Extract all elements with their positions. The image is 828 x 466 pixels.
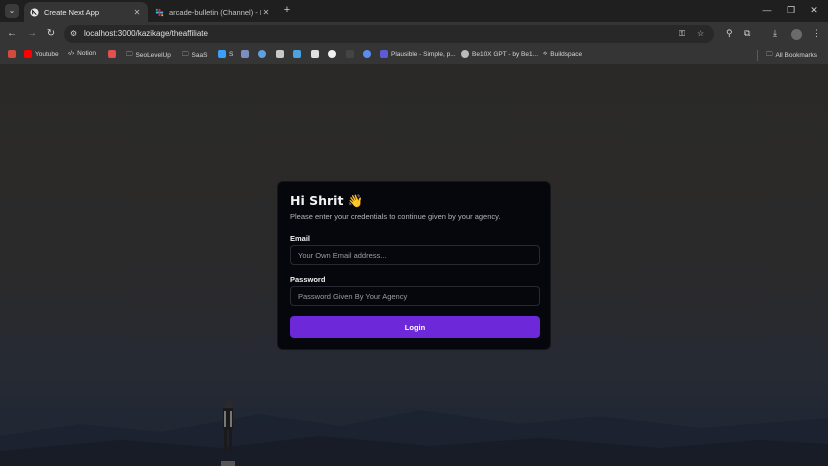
reload-button[interactable]: ↻ xyxy=(45,28,57,40)
apps-icon[interactable] xyxy=(8,50,19,58)
window-close-icon[interactable]: ✕ xyxy=(808,5,820,16)
address-bar[interactable]: ⚙ localhost:3000/kazikage/theaffiliate ⚿… xyxy=(64,25,714,43)
menu-icon[interactable]: ⋮ xyxy=(812,28,821,39)
buildspace-icon: ⟡ xyxy=(543,50,548,57)
bookmark-app[interactable] xyxy=(108,50,119,58)
restore-icon[interactable]: ❐ xyxy=(785,5,797,16)
folder-icon: 🗀 xyxy=(766,51,773,58)
bookmark-notion[interactable]: ‹/› Notion xyxy=(68,50,96,57)
password-input[interactable] xyxy=(290,286,540,306)
folder-icon: 🗀 xyxy=(182,51,189,58)
gpt-icon xyxy=(461,50,469,58)
bookmark-plausible[interactable]: Plausible - Simple, p... xyxy=(380,50,456,58)
tab-search-button[interactable]: ⌄ xyxy=(5,4,19,18)
tab-arcade-bulletin[interactable]: arcade-bulletin (Channel) - Hu ✕ xyxy=(149,2,277,22)
extension-pin-icon[interactable]: ⚲ xyxy=(726,28,733,39)
download-icon[interactable]: ⤓ xyxy=(773,28,777,39)
page-viewport: Hi Shrit 👋 Please enter your credentials… xyxy=(0,65,828,466)
login-button[interactable]: Login xyxy=(290,316,540,338)
back-button[interactable]: ← xyxy=(6,28,18,40)
email-label: Email xyxy=(290,234,311,243)
bookmark-icon-5[interactable] xyxy=(311,50,322,58)
folder-icon: 🗀 xyxy=(126,51,133,58)
login-card: Hi Shrit 👋 Please enter your credentials… xyxy=(277,181,551,350)
extensions-icon[interactable]: ⧉ xyxy=(744,28,750,39)
password-label: Password xyxy=(290,275,326,284)
new-tab-button[interactable]: + xyxy=(281,4,293,16)
plausible-icon xyxy=(380,50,388,58)
forward-button[interactable]: → xyxy=(26,28,38,40)
bookmarks-separator xyxy=(757,50,758,61)
youtube-icon xyxy=(24,50,32,58)
profile-avatar[interactable] xyxy=(791,29,802,40)
tab-create-next-app[interactable]: Create Next App ✕ xyxy=(24,2,148,22)
bookmark-youtube[interactable]: Youtube xyxy=(24,50,59,58)
tab-title: arcade-bulletin (Channel) - Hu xyxy=(169,7,261,17)
nextjs-icon xyxy=(30,7,39,17)
tab-title: Create Next App xyxy=(44,7,100,17)
login-subtitle: Please enter your credentials to continu… xyxy=(290,212,501,221)
url-text[interactable]: localhost:3000/kazikage/theaffiliate xyxy=(84,29,208,38)
email-input[interactable] xyxy=(290,245,540,265)
tab-close-icon[interactable]: ✕ xyxy=(261,8,271,17)
bookmarks-bar: Youtube ‹/› Notion 🗀 SeoLevelUp 🗀 SaaS S Pl… xyxy=(0,46,828,65)
bookmark-icon-3[interactable] xyxy=(276,50,287,58)
password-key-icon[interactable]: ⚿ xyxy=(679,29,685,39)
bookmark-icon-6[interactable] xyxy=(346,50,357,58)
bookmark-buildspace[interactable]: ⟡ Buildspace xyxy=(543,50,582,58)
tab-strip: ⌄ Create Next App ✕ arcade-bulletin (Cha… xyxy=(0,0,828,22)
character-sprite xyxy=(221,401,235,466)
app-icon xyxy=(108,50,116,58)
greeting-heading: Hi Shrit 👋 xyxy=(290,193,364,208)
bookmark-star-icon[interactable]: ☆ xyxy=(697,29,704,38)
mountain-background xyxy=(0,410,828,466)
bookmark-icon-4[interactable] xyxy=(293,50,304,58)
slack-icon xyxy=(155,8,164,17)
bookmark-saas[interactable]: 🗀 SaaS xyxy=(182,50,207,61)
s-icon xyxy=(218,50,226,58)
bookmark-icon-2[interactable] xyxy=(258,50,269,58)
bookmark-seolevelup[interactable]: 🗀 SeoLevelUp xyxy=(126,50,171,61)
github-icon[interactable] xyxy=(328,50,339,58)
tab-close-icon[interactable]: ✕ xyxy=(132,8,142,17)
bookmark-icon-1[interactable] xyxy=(241,50,252,58)
bookmark-icon-7[interactable] xyxy=(363,50,374,58)
bookmark-be10x[interactable]: Be10X GPT - by Be1... xyxy=(461,50,538,58)
all-bookmarks-button[interactable]: 🗀 All Bookmarks xyxy=(766,50,817,61)
bookmark-s[interactable]: S xyxy=(218,50,233,58)
site-info-icon[interactable]: ⚙ xyxy=(70,29,77,38)
minimize-icon[interactable]: — xyxy=(761,5,773,15)
browser-toolbar: ← → ↻ ⚙ localhost:3000/kazikage/theaffil… xyxy=(0,22,828,46)
code-icon: ‹/› xyxy=(68,50,75,57)
